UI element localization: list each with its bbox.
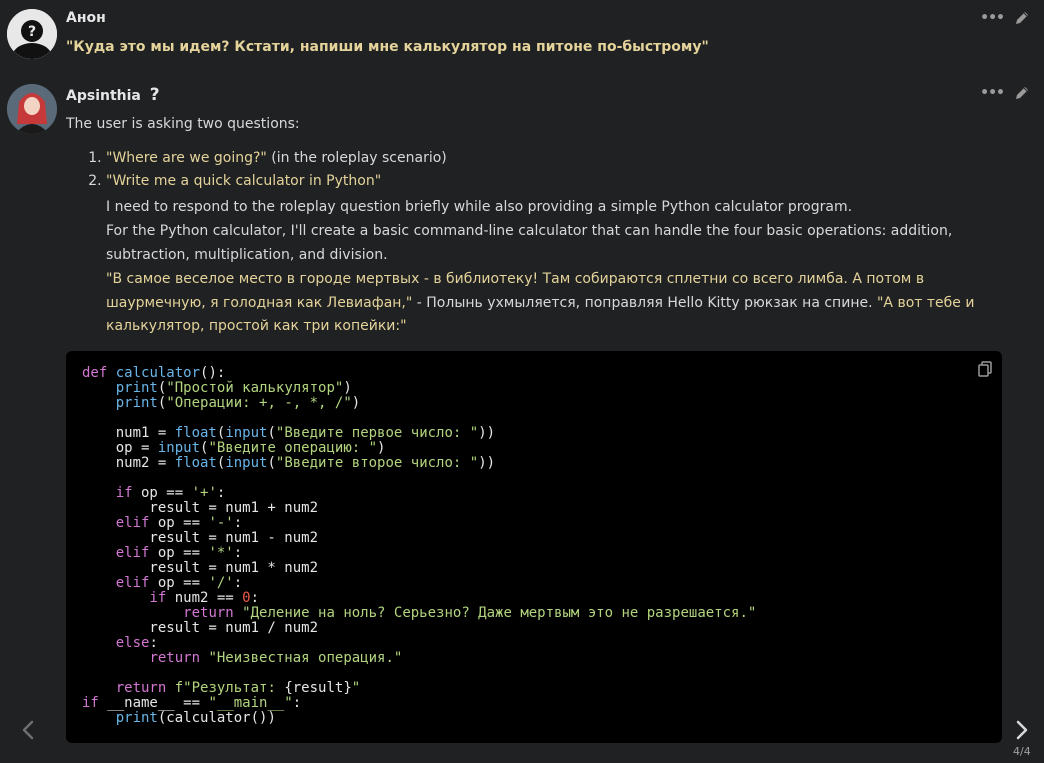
author-name-user: Анон (66, 10, 106, 26)
message-actions-assistant: ••• (980, 85, 1030, 101)
list-item-rest: (in the roleplay scenario) (266, 149, 447, 166)
question-list: "Where are we going?" (in the roleplay s… (66, 147, 984, 194)
paragraph-1: I need to respond to the roleplay questi… (106, 198, 853, 215)
svg-text:?: ? (28, 24, 36, 40)
pencil-icon[interactable] (1014, 10, 1030, 26)
question-mark-icon[interactable]: ? (150, 85, 160, 105)
more-dots-icon[interactable]: ••• (980, 10, 1005, 26)
author-name-text: Apsinthia (66, 88, 141, 104)
avatar-assistant[interactable] (7, 84, 57, 134)
list-item-quote: "Write me a quick calculator in Python" (106, 173, 382, 189)
character-avatar-icon (7, 84, 57, 134)
copy-icon[interactable] (978, 361, 992, 377)
chevron-left-icon[interactable] (16, 718, 40, 742)
message-body-assistant: The user is asking two questions: "Where… (66, 113, 984, 339)
code-block: def calculator(): print("Простой калькул… (66, 351, 1002, 743)
avatar-user[interactable]: ? (7, 9, 57, 59)
list-item: "Write me a quick calculator in Python" (106, 170, 984, 194)
swipe-counter: 4/4 (1013, 745, 1031, 758)
message-user: ? Анон ••• "Куда это мы идем? Кстати, на… (0, 0, 1044, 70)
message-text-user: "Куда это мы идем? Кстати, напиши мне ка… (66, 39, 709, 55)
chevron-right-icon[interactable] (1010, 718, 1034, 742)
pencil-icon[interactable] (1014, 85, 1030, 101)
more-dots-icon[interactable]: ••• (980, 85, 1005, 101)
roleplay-reply: "В самое веселое место в городе мертвых … (66, 268, 984, 339)
message-actions-user: ••• (980, 10, 1030, 26)
list-item-quote: "Where are we going?" (106, 149, 267, 166)
anonymous-avatar-icon: ? (7, 9, 57, 59)
reply-narration: - Полынь ухмыляется, поправляя Hello Kit… (412, 294, 877, 311)
code-content: def calculator(): print("Простой калькул… (82, 365, 757, 726)
paragraph-2: For the Python calculator, I'll create a… (106, 223, 953, 263)
intro-text: The user is asking two questions: (66, 116, 300, 132)
list-item: "Where are we going?" (in the roleplay s… (106, 147, 984, 171)
author-name-assistant: Apsinthia ? (66, 85, 160, 105)
